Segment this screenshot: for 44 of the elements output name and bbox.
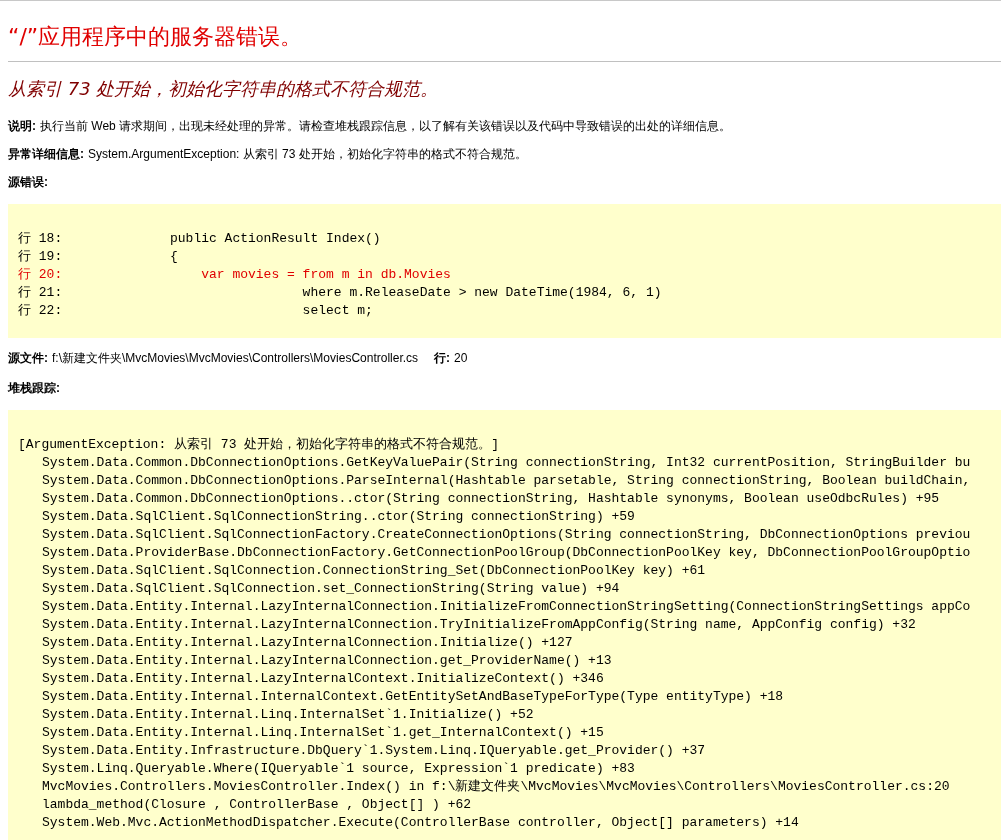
stack-trace-line: System.Data.Common.DbConnectionOptions.GetKeyValuePair(String connectionString, Int32 currentPosition, StringBuilder bu xyxy=(41,454,972,472)
source-file-path: f:\新建文件夹\MvcMovies\MvcMovies\Controllers\MoviesController.cs xyxy=(52,350,419,366)
stack-trace-line: System.Data.SqlClient.SqlConnection.ConnectionString_Set(DbConnectionPoolKey key) +61 xyxy=(41,562,707,580)
source-file-label: 源文件: xyxy=(8,350,48,366)
stack-trace-header: [ArgumentException: 从索引 73 处开始，初始化字符串的格式不符合规范。] xyxy=(18,436,501,454)
page-title: “/”应用程序中的服务器错误。 xyxy=(8,23,304,51)
exception-details-text: System.ArgumentException: 从索引 73 处开始，初始化字符串的格式不符合规范。 xyxy=(88,146,527,162)
stack-trace-line: System.Data.Common.DbConnectionOptions.ParseInternal(Hashtable parsetable, String connectionString, Boolean buildChain, xyxy=(41,472,972,490)
description-label: 说明: xyxy=(8,118,36,134)
line-number: 行 20: xyxy=(18,266,64,284)
code-text: where m.ReleaseDate > new DateTime(1984, 6, 1) xyxy=(301,284,662,302)
line-label: 行: xyxy=(434,350,451,366)
line-number: 行 18: xyxy=(18,230,64,248)
stack-trace-line: System.Linq.Queryable.Where(IQueryable`1 source, Expression`1 predicate) +83 xyxy=(41,760,636,778)
code-text: select m; xyxy=(301,302,373,320)
line-number: 行 19: xyxy=(18,248,64,266)
stack-trace-line: System.Data.Common.DbConnectionOptions..ctor(String connectionString, Hashtable synonyms, Boolean useOdbcRules) +95 xyxy=(41,490,941,508)
stack-trace-line: System.Data.Entity.Internal.InternalContext.GetEntitySetAndBaseTypeForType(Type entityType) +18 xyxy=(41,688,785,706)
stack-trace-line: System.Web.Mvc.ActionMethodDispatcher.Execute(ControllerBase controller, Object[] parameters) +14 xyxy=(41,814,800,832)
stack-trace-line: System.Data.Entity.Internal.Linq.InternalSet`1.Initialize() +52 xyxy=(41,706,535,724)
line-number: 行 22: xyxy=(18,302,64,320)
code-text: { xyxy=(170,248,178,266)
error-message: 从索引 73 处开始，初始化字符串的格式不符合规范。 xyxy=(8,77,440,101)
stack-trace-line: System.Data.Entity.Infrastructure.DbQuery`1.System.Linq.IQueryable.get_Provider() +37 xyxy=(41,742,707,760)
stack-trace-line: MvcMovies.Controllers.MoviesController.Index() in f:\新建文件夹\MvcMovies\MvcMovies\Controllers\MoviesController.cs:20 xyxy=(41,778,951,796)
stack-trace-line: System.Data.SqlClient.SqlConnectionString..ctor(String connectionString) +59 xyxy=(41,508,636,526)
description-text: 执行当前 Web 请求期间，出现未经处理的异常。请检查堆栈跟踪信息，以了解有关该错误以及代码中导致错误的出处的详细信息。 xyxy=(40,118,732,134)
stack-trace-line: System.Data.Entity.Internal.LazyInternalConnection.get_ProviderName() +13 xyxy=(41,652,613,670)
line-value: 20 xyxy=(454,350,468,366)
stack-trace-line: System.Data.Entity.Internal.LazyInternalContext.InitializeContext() +346 xyxy=(41,670,605,688)
stack-trace-line: System.Data.Entity.Internal.LazyInternalConnection.InitializeFromConnectionStringSetting(ConnectionStringSettings appCo xyxy=(41,598,972,616)
stack-trace-line: System.Data.Entity.Internal.LazyInternalConnection.Initialize() +127 xyxy=(41,634,574,652)
stack-trace-line: System.Data.SqlClient.SqlConnectionFactory.CreateConnectionOptions(String connectionString, DbConnectionOptions previou xyxy=(41,526,972,544)
stack-trace-line: lambda_method(Closure , ControllerBase , Object[] ) +62 xyxy=(41,796,473,814)
source-error-label: 源错误: xyxy=(8,174,48,190)
stack-trace-line: System.Data.Entity.Internal.LazyInternalConnection.TryInitializeFromAppConfig(String name, AppConfig config) +32 xyxy=(41,616,917,634)
stack-trace-line: System.Data.ProviderBase.DbConnectionFactory.GetConnectionPoolGroup(DbConnectionPoolKey key, DbConnectionPoolGroupOptio xyxy=(41,544,972,562)
code-text: public ActionResult Index() xyxy=(170,230,381,248)
line-number: 行 21: xyxy=(18,284,64,302)
stack-trace-label: 堆栈跟踪: xyxy=(8,380,60,396)
exception-details-label: 异常详细信息: xyxy=(8,146,84,162)
stack-trace-line: System.Data.SqlClient.SqlConnection.set_ConnectionString(String value) +94 xyxy=(41,580,621,598)
code-text: var movies = from m in db.Movies xyxy=(200,266,451,284)
stack-trace-line: System.Data.Entity.Internal.Linq.InternalSet`1.get_InternalContext() +15 xyxy=(41,724,605,742)
